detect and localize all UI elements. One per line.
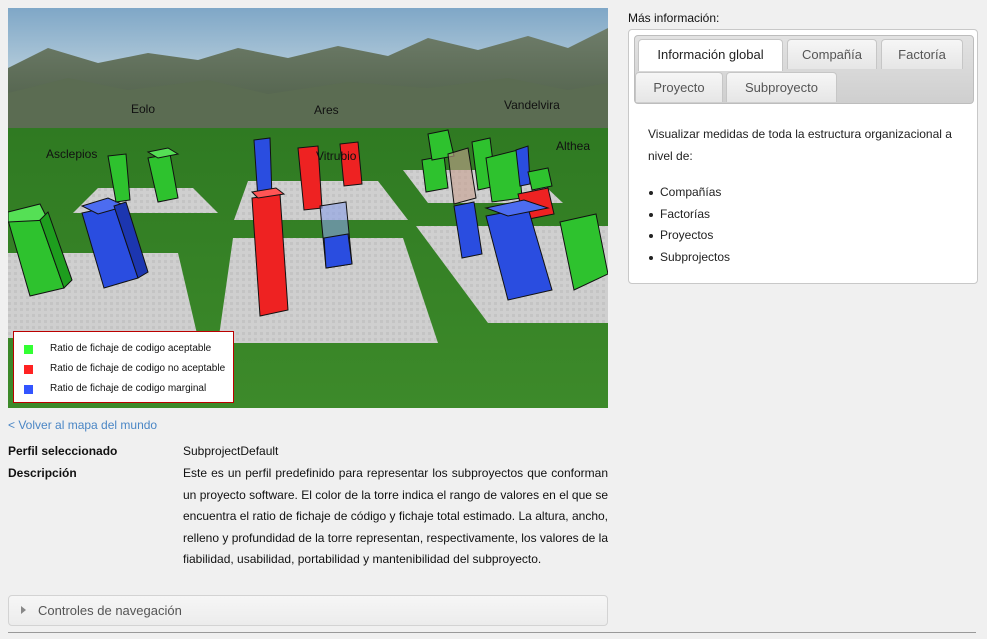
color-legend: Ratio de fichaje de codigo aceptable Rat…: [13, 331, 234, 403]
selected-profile-label: Perfil seleccionado: [8, 444, 118, 458]
divider: [8, 632, 976, 633]
info-tab-bar: Información global Compañía Factoría Pro…: [634, 35, 974, 104]
legend-swatch-red: [24, 365, 33, 374]
legend-label: Ratio de fichaje de codigo no aceptable: [50, 363, 226, 374]
city-label-vandelvira[interactable]: Vandelvira: [504, 98, 560, 112]
caret-right-icon: [21, 606, 26, 614]
info-level-list: Compañías Factorías Proyectos Subproject…: [648, 182, 730, 268]
tab-factoria[interactable]: Factoría: [881, 39, 963, 69]
city-label-eolo[interactable]: Eolo: [131, 102, 155, 116]
back-to-world-map-link[interactable]: < Volver al mapa del mundo: [8, 418, 157, 432]
tower-green-6: [527, 167, 553, 191]
accordion-label: Controles de navegación: [38, 603, 182, 618]
city-label-althea[interactable]: Althea: [556, 139, 590, 153]
more-info-heading: Más información:: [628, 11, 720, 25]
description-text: Este es un perfil predefinido para repre…: [183, 466, 608, 566]
list-item: Compañías: [648, 182, 730, 204]
tower-blue-3: [319, 201, 353, 269]
selected-profile-value: SubprojectDefault: [183, 444, 279, 458]
list-item: Subprojectos: [648, 247, 730, 269]
world-3d-viewport[interactable]: Eolo Ares Vandelvira Asclepios Vitrubio …: [8, 8, 608, 408]
list-item: Factorías: [648, 204, 730, 226]
tab-subproyecto[interactable]: Subproyecto: [726, 72, 837, 102]
city-label-vitrubio[interactable]: Vitrubio: [316, 149, 356, 163]
city-label-asclepios[interactable]: Asclepios: [46, 147, 97, 161]
tab-proyecto[interactable]: Proyecto: [635, 72, 723, 102]
legend-swatch-green: [24, 345, 33, 354]
city-label-ares[interactable]: Ares: [314, 103, 339, 117]
legend-swatch-blue: [24, 385, 33, 394]
list-item: Proyectos: [648, 225, 730, 247]
info-description: Visualizar medidas de toda la estructura…: [648, 127, 952, 163]
navigation-controls-accordion[interactable]: Controles de navegación: [8, 595, 608, 626]
tab-compania[interactable]: Compañía: [787, 39, 877, 69]
legend-label: Ratio de fichaje de codigo aceptable: [50, 343, 212, 354]
info-panel: Información global Compañía Factoría Pro…: [628, 29, 978, 284]
description-label: Descripción: [8, 466, 77, 480]
legend-label: Ratio de fichaje de codigo marginal: [50, 383, 207, 394]
tab-informacion-global[interactable]: Información global: [638, 39, 783, 71]
